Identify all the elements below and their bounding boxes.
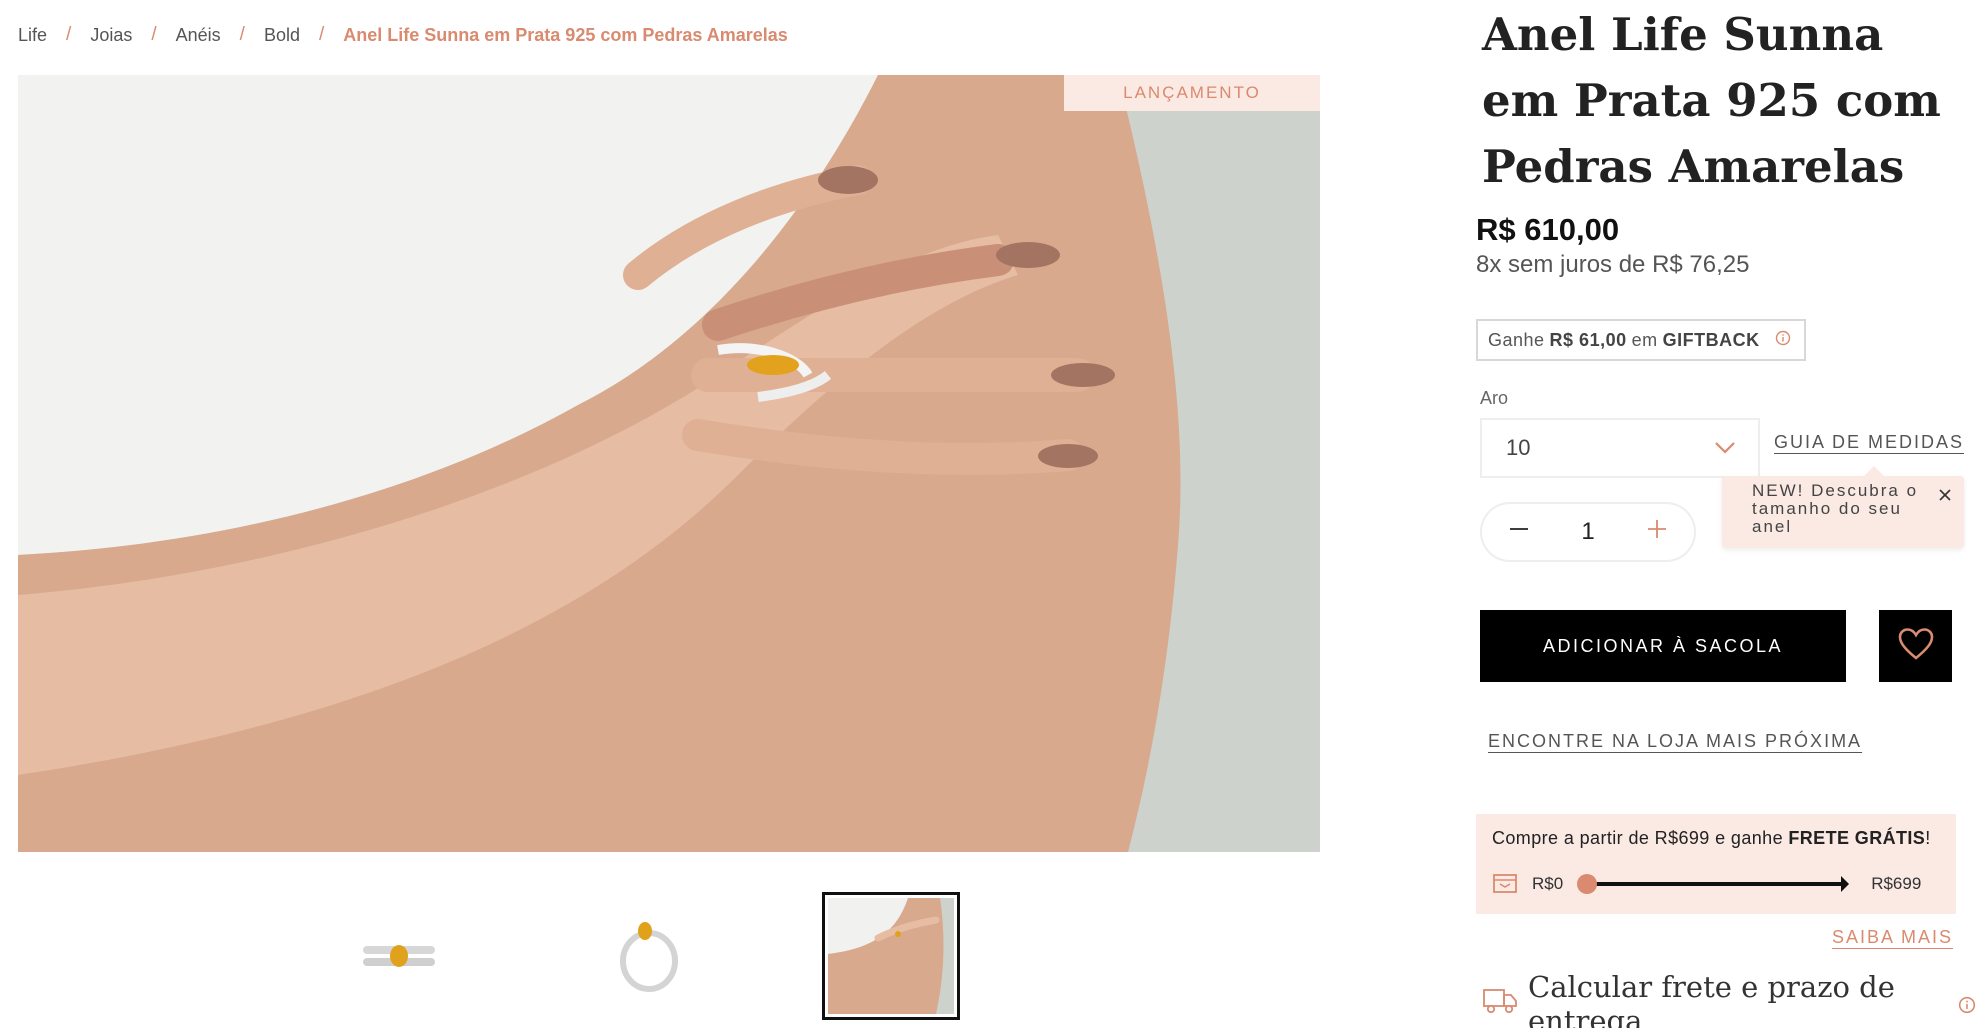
breadcrumb-separator: / — [66, 24, 72, 45]
breadcrumb-bold[interactable]: Bold — [264, 25, 300, 46]
minus-icon[interactable] — [1508, 518, 1530, 547]
free-shipping-suffix: ! — [1925, 828, 1931, 848]
heart-icon — [1897, 627, 1935, 666]
plus-icon[interactable] — [1646, 518, 1668, 547]
box-icon — [1492, 870, 1518, 899]
free-shipping-box: Compre a partir de R$699 e ganhe FRETE G… — [1476, 814, 1956, 914]
giftback-prefix: Ganhe — [1488, 329, 1545, 350]
free-shipping-text: Compre a partir de R$699 e ganhe FRETE G… — [1492, 828, 1931, 849]
info-icon[interactable] — [1958, 987, 1976, 1021]
thumbnail-3[interactable] — [822, 892, 960, 1020]
giftback-label: GIFTBACK — [1662, 329, 1760, 350]
thumbnail-1[interactable] — [330, 892, 468, 1020]
free-shipping-bold: FRETE GRÁTIS — [1788, 828, 1926, 848]
main-product-image[interactable]: LANÇAMENTO — [18, 75, 1320, 852]
free-shipping-progress: R$0 R$699 — [1492, 868, 1940, 900]
size-value: 10 — [1506, 435, 1531, 460]
hand-with-ring-photo — [18, 75, 1320, 852]
ring-angle-icon — [620, 922, 678, 992]
size-label: Aro — [1480, 388, 1509, 408]
find-store-link[interactable]: ENCONTRE NA LOJA MAIS PRÓXIMA — [1488, 731, 1862, 752]
ring-front-icon — [363, 945, 435, 967]
breadcrumb-aneis[interactable]: Anéis — [176, 25, 221, 46]
thumbnail-2[interactable] — [578, 892, 716, 1020]
breadcrumb-separator: / — [318, 24, 325, 45]
close-icon[interactable] — [1938, 488, 1952, 506]
breadcrumb: Life / Joias / Anéis / Bold / Anel Life … — [18, 24, 788, 46]
quantity-stepper: 1 — [1480, 502, 1696, 562]
giftback-box: Ganhe R$ 61,00 em GIFTBACK — [1476, 319, 1806, 361]
product-title: Anel Life Sunna em Prata 925 com Pedras … — [1482, 8, 1941, 193]
progress-track — [1577, 874, 1850, 894]
breadcrumb-joias[interactable]: Joias — [90, 25, 132, 46]
size-select[interactable]: 10 — [1480, 418, 1760, 478]
truck-icon — [1482, 986, 1518, 1023]
progress-arrow — [1841, 876, 1850, 892]
chevron-down-icon — [1714, 435, 1736, 461]
launch-badge: LANÇAMENTO — [1064, 75, 1320, 111]
info-icon[interactable] — [1775, 330, 1791, 351]
progress-max-label: R$699 — [1871, 874, 1922, 893]
breadcrumb-separator: / — [239, 24, 245, 45]
tooltip-text: NEW! Descubra o tamanho do seu anel — [1752, 481, 1919, 536]
size-guide-link[interactable]: GUIA DE MEDIDAS — [1774, 432, 1964, 453]
breadcrumb-separator: / — [151, 24, 157, 45]
breadcrumb-current: Anel Life Sunna em Prata 925 com Pedras … — [343, 24, 788, 45]
calculate-shipping[interactable]: Calcular frete e prazo de entrega — [1482, 970, 1976, 1028]
progress-min-label: R$0 — [1532, 874, 1564, 893]
calculate-shipping-label: Calcular frete e prazo de entrega — [1528, 970, 1895, 1028]
giftback-middle: em — [1631, 329, 1658, 350]
giftback-amount: R$ 61,00 — [1549, 329, 1627, 350]
wishlist-button[interactable] — [1879, 610, 1952, 682]
progress-indicator — [1577, 874, 1598, 894]
hand-with-ring-icon — [828, 898, 954, 1014]
installments-text: 8x sem juros de R$ 76,25 — [1476, 251, 1750, 278]
quantity-value[interactable]: 1 — [1581, 518, 1594, 546]
breadcrumb-life[interactable]: Life — [18, 25, 47, 46]
free-shipping-prefix: Compre a partir de R$699 e ganhe — [1492, 828, 1783, 848]
add-to-bag-button[interactable]: ADICIONAR À SACOLA — [1480, 610, 1846, 682]
size-guide-tooltip: NEW! Descubra o tamanho do seu anel — [1722, 466, 1964, 548]
product-price: R$ 610,00 — [1476, 212, 1620, 247]
learn-more-link[interactable]: SAIBA MAIS — [1832, 927, 1953, 948]
